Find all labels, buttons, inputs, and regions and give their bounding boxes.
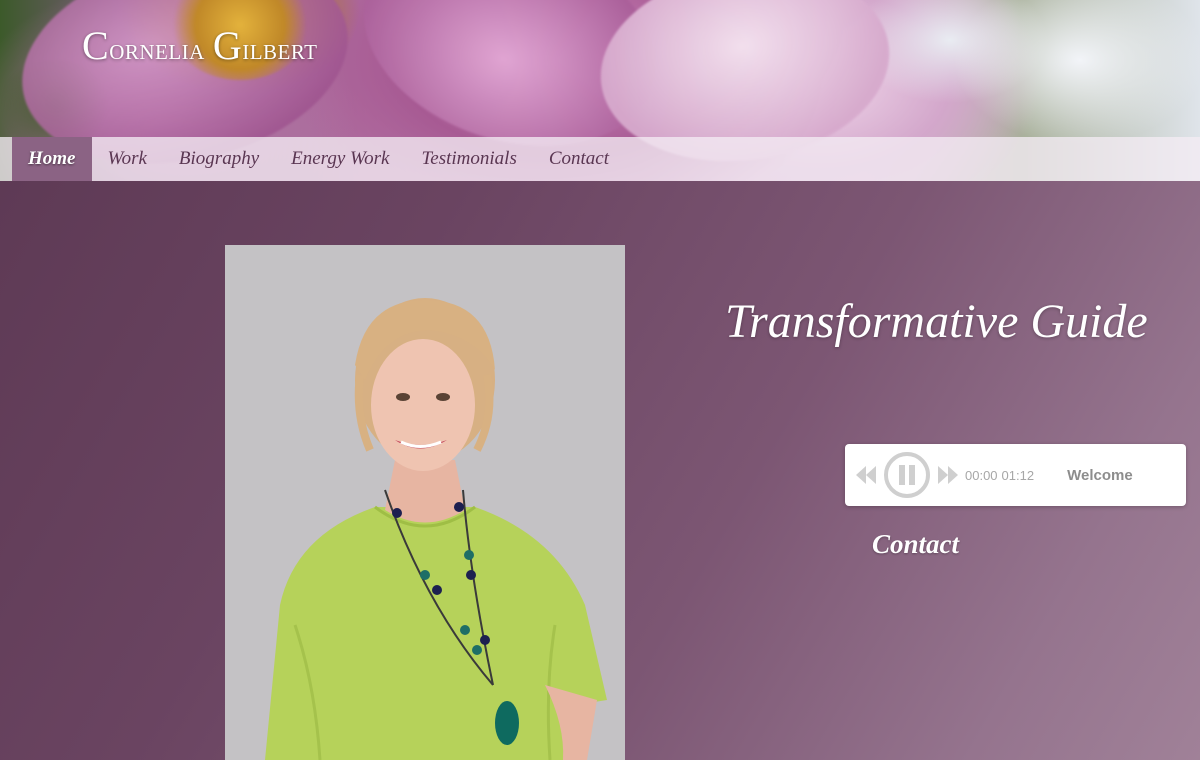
audio-player: 00:00 01:12 Welcome [845, 444, 1186, 506]
main-navigation: Home Work Biography Energy Work Testimon… [0, 137, 1200, 181]
tagline-heading: Transformative Guide [725, 295, 1148, 348]
site-title-first-name: ornelia [109, 33, 205, 66]
pause-button[interactable] [884, 452, 930, 498]
track-title: Welcome [1067, 466, 1133, 484]
main-content: Transformative Guide 00:00 01:12 Welcome … [0, 181, 1200, 760]
header-banner: Cornelia Gilbert Home Work Biography Ene… [0, 0, 1200, 181]
rewind-button[interactable] [855, 464, 877, 486]
current-time: 00:00 [965, 467, 998, 483]
nav-item-contact[interactable]: Contact [533, 137, 625, 181]
rewind-icon [856, 466, 876, 484]
site-title-initial: C [82, 23, 110, 68]
site-title[interactable]: Cornelia Gilbert [82, 22, 317, 69]
nav-item-work[interactable]: Work [92, 137, 163, 181]
track-duration: 01:12 [1001, 467, 1035, 483]
site-title-last-name: ilbert [242, 33, 318, 66]
contact-link[interactable]: Contact [872, 529, 959, 560]
nav-item-home[interactable]: Home [12, 137, 92, 181]
portrait-photo [225, 245, 625, 760]
nav-item-testimonials[interactable]: Testimonials [405, 137, 532, 181]
fast-forward-button[interactable] [937, 464, 959, 486]
player-time: 00:00 01:12 [965, 468, 1034, 483]
nav-item-biography[interactable]: Biography [163, 137, 275, 181]
site-title-initial: G [212, 23, 243, 68]
fast-forward-icon [938, 466, 958, 484]
pause-icon [899, 465, 915, 485]
nav-item-energy-work[interactable]: Energy Work [275, 137, 405, 181]
